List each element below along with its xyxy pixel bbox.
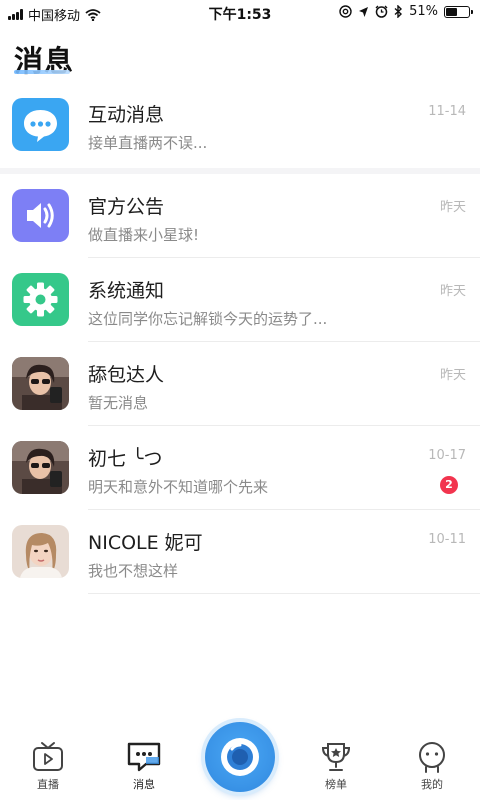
message-title: 舔包达人 [88, 364, 165, 386]
message-preview: 接单直播两不误... [88, 134, 208, 152]
gear-icon [12, 273, 69, 326]
bluetooth-icon [394, 5, 403, 18]
message-title: NICOLE 妮可 [88, 532, 203, 554]
unread-badge: 2 [440, 476, 458, 494]
location-icon [359, 6, 369, 17]
tab-live[interactable]: 直播 [18, 740, 78, 792]
message-icon [127, 742, 161, 772]
tab-messages[interactable]: 消息 [114, 740, 174, 792]
tab-label: 我的 [421, 778, 443, 791]
message-preview: 我也不想这样 [88, 562, 179, 580]
message-time: 昨天 [439, 200, 466, 215]
message-title: 系统通知 [88, 280, 165, 302]
messages-screen: 中国移动 下午1:53 51% 消息 互动消息 接单直播两不误... 11-14… [0, 0, 480, 800]
message-item-system[interactable]: 系统通知 这位同学你忘记解锁今天的运势了... 昨天 [0, 258, 480, 342]
message-preview: 这位同学你忘记解锁今天的运势了... [88, 310, 328, 328]
message-time: 10-17 [428, 448, 466, 463]
profile-icon [419, 742, 445, 773]
message-list: 互动消息 接单直播两不误... 11-14 官方公告 做直播来小星球! 昨天 系… [0, 82, 480, 594]
message-item-user[interactable]: NICOLE 妮可 我也不想这样 10-11 [0, 510, 480, 594]
message-preview: 明天和意外不知道哪个先来 [88, 478, 269, 496]
message-time: 昨天 [439, 368, 466, 383]
message-title: 互动消息 [88, 104, 165, 126]
tab-label: 榜单 [325, 778, 347, 791]
status-right: 51% [339, 4, 473, 19]
tv-icon [33, 742, 63, 771]
tab-rankings[interactable]: 榜单 [306, 740, 366, 792]
go-live-button[interactable] [205, 722, 275, 792]
tab-label: 直播 [37, 778, 59, 791]
message-time: 昨天 [439, 284, 466, 299]
message-time: 10-11 [428, 532, 466, 547]
camera-lens-icon [221, 738, 259, 776]
trophy-icon [321, 743, 351, 771]
tab-profile[interactable]: 我的 [402, 740, 462, 792]
message-preview: 暂无消息 [88, 394, 149, 412]
title-underline [14, 70, 70, 74]
row-divider [88, 593, 480, 594]
message-item-user[interactable]: 初七 ╰つ 明天和意外不知道哪个先来 10-17 2 [0, 426, 480, 510]
at-icon [339, 5, 352, 18]
message-preview: 做直播来小星球! [88, 226, 200, 244]
message-title: 初七 ╰つ [88, 448, 163, 470]
chat-bubble-icon [12, 98, 69, 151]
user-avatar [12, 357, 69, 410]
message-title: 官方公告 [88, 196, 165, 218]
message-time: 11-14 [428, 104, 466, 119]
battery-fill [446, 7, 458, 16]
tab-label: 消息 [133, 778, 155, 791]
battery-icon [444, 5, 473, 18]
alarm-icon [375, 5, 388, 18]
user-avatar [12, 441, 69, 494]
message-item-user[interactable]: 舔包达人 暂无消息 昨天 [0, 342, 480, 426]
message-item-announcement[interactable]: 官方公告 做直播来小星球! 昨天 [0, 174, 480, 258]
user-avatar [12, 525, 69, 578]
speaker-icon [12, 189, 69, 242]
battery-percent: 51% [409, 4, 438, 19]
message-item-interaction[interactable]: 互动消息 接单直播两不误... 11-14 [0, 82, 480, 168]
status-bar: 中国移动 下午1:53 51% [0, 0, 480, 26]
